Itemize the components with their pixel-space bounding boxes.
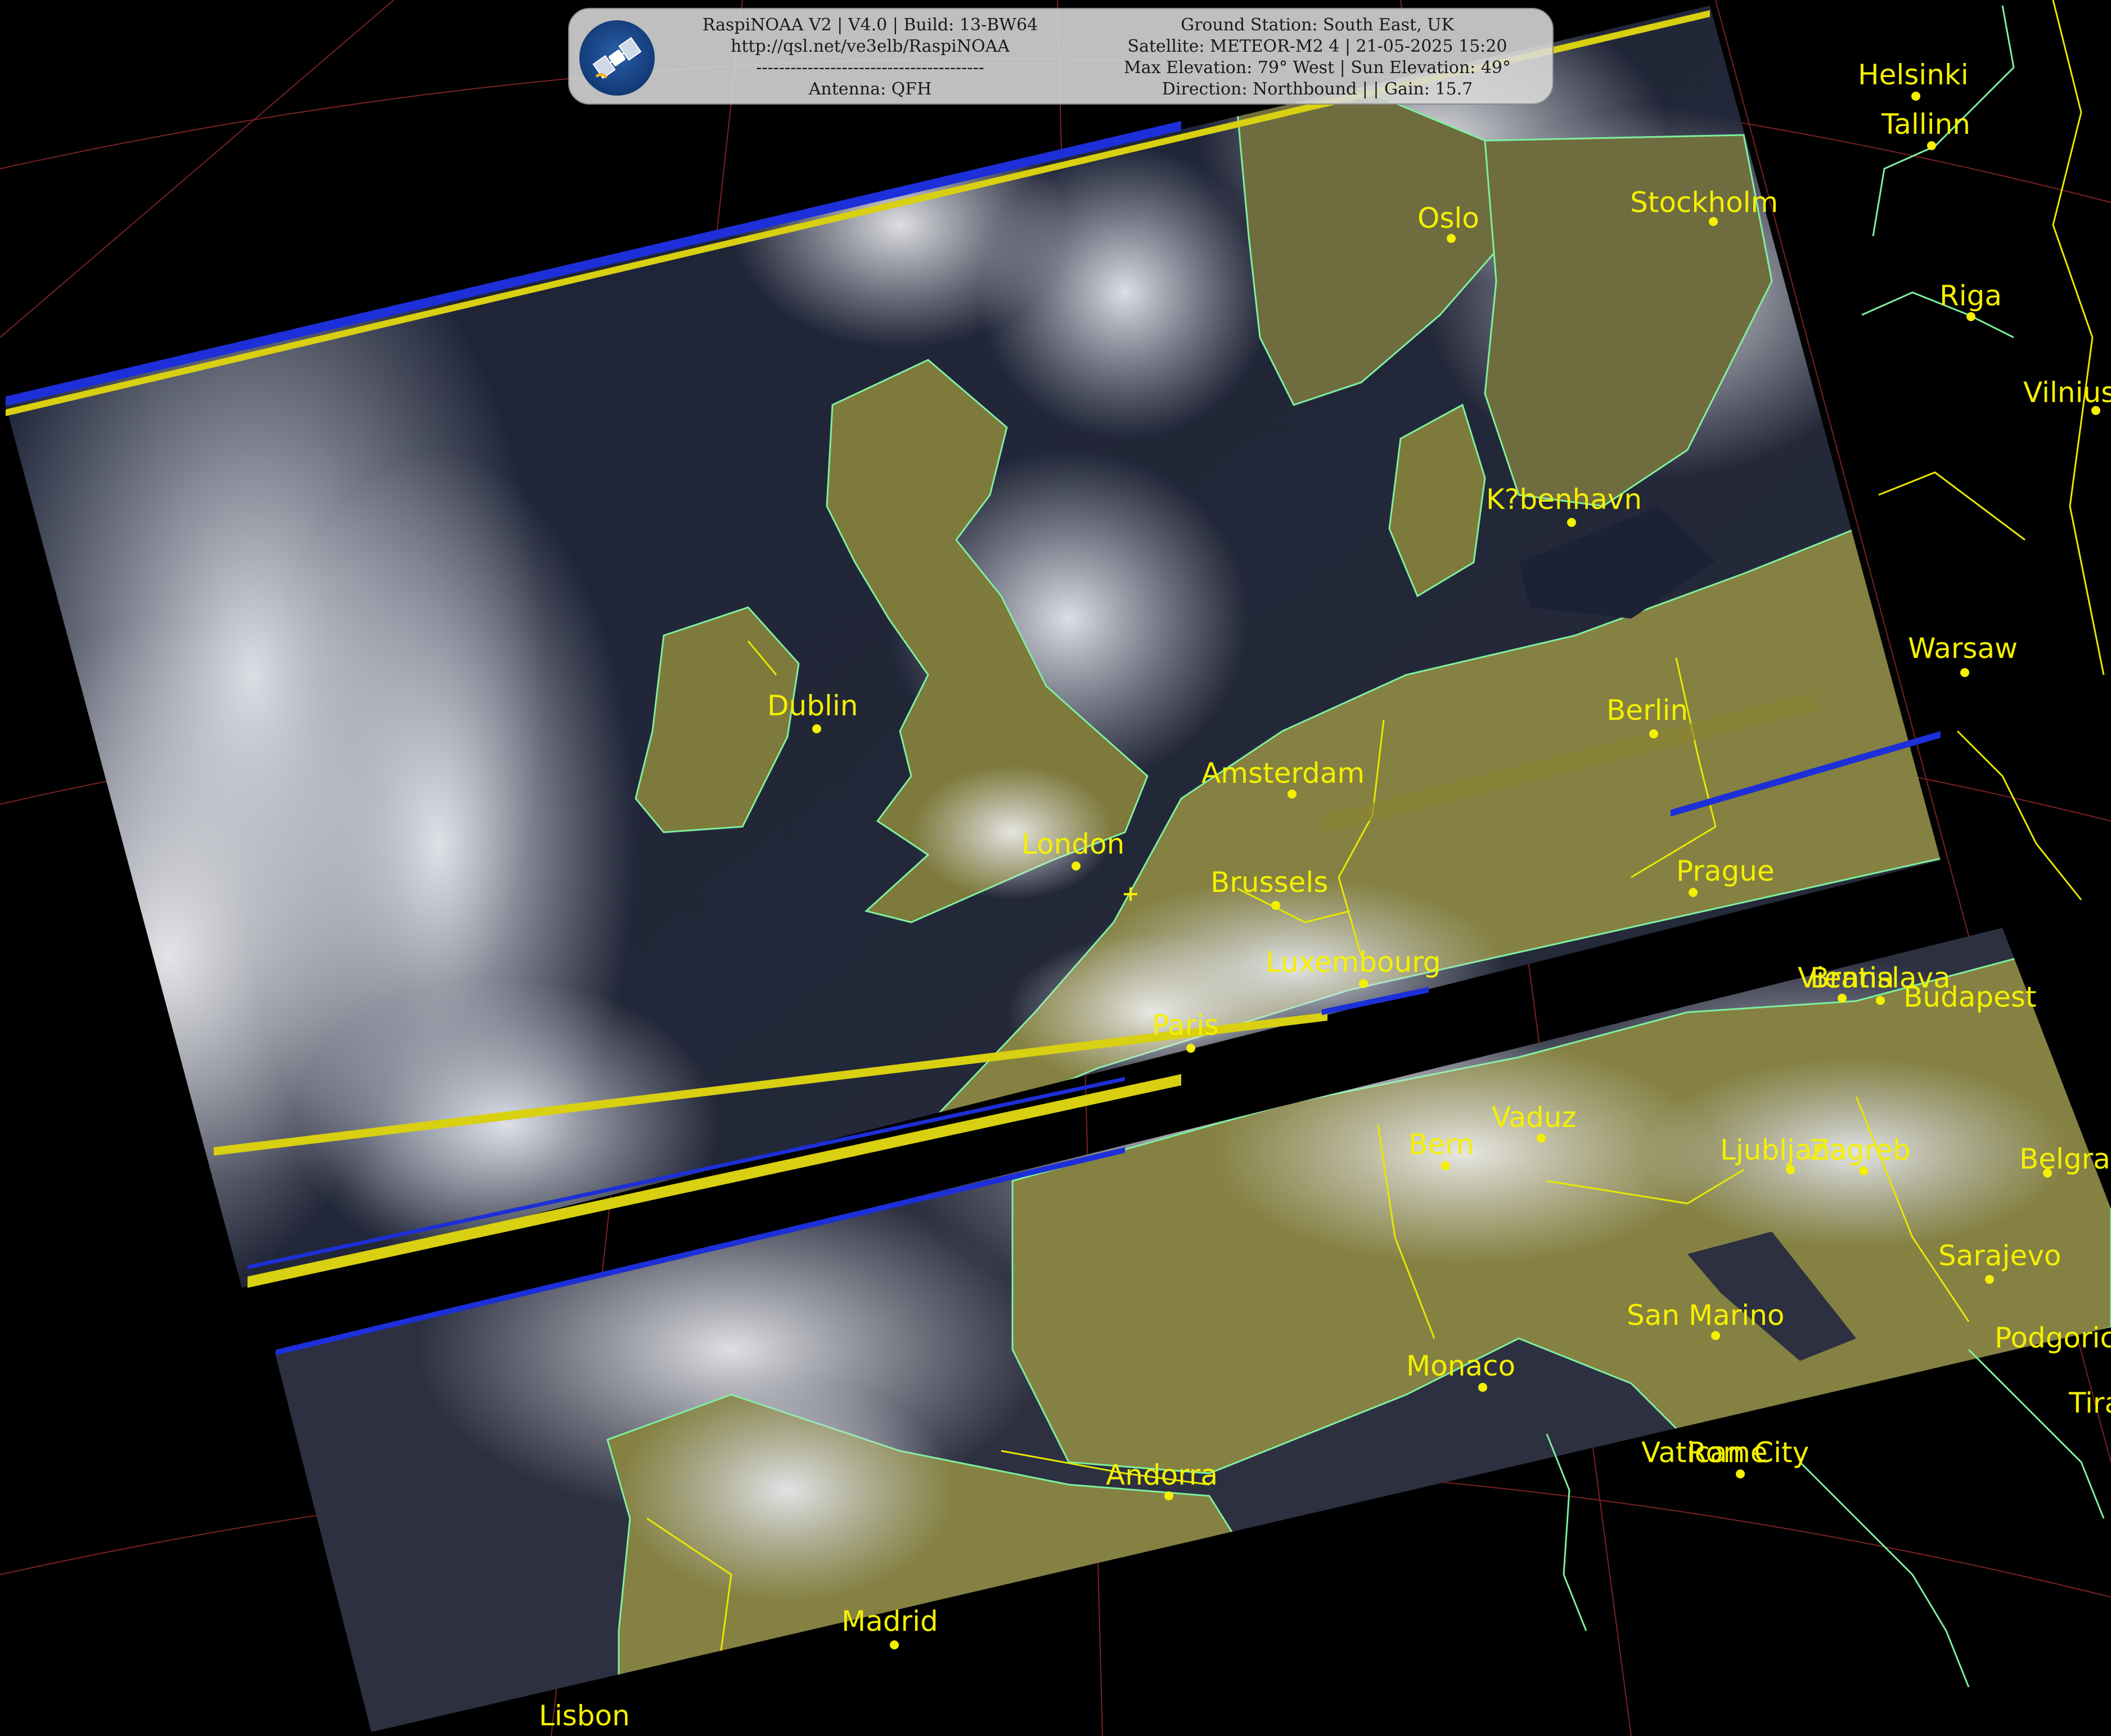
satellite-icon (579, 20, 655, 96)
city-label-zagreb: Zagreb (1810, 1134, 1911, 1166)
city-label-amsterdam: Amsterdam (1201, 757, 1365, 790)
city-label-tallinn: Tallinn (1881, 108, 1970, 141)
city-label-london: London (1021, 828, 1124, 860)
pass-info-right: Ground Station: South East, UK Satellite… (1087, 15, 1548, 100)
city-label-budapest: Budapest (1903, 981, 2037, 1013)
city-label-riga: Riga (1939, 279, 2002, 312)
city-label-san-marino: San Marino (1627, 1299, 1784, 1332)
pass-info-left: RaspiNOAA V2 | V4.0 | Build: 13-BW64 htt… (654, 15, 1087, 100)
ground-station-info: Ground Station: South East, UK (1181, 15, 1454, 35)
city-label-berlin: Berlin (1606, 694, 1688, 727)
city-label-andorra: Andorra (1106, 1459, 1218, 1491)
satellite-map: Helsinki Tallinn Stockholm Oslo Riga Vil… (0, 0, 2111, 1736)
city-label-luxembourg: Luxembourg (1266, 946, 1441, 979)
project-url: http://qsl.net/ve3elb/RaspiNOAA (731, 37, 1010, 56)
city-label-sarajevo: Sarajevo (1938, 1239, 2061, 1272)
city-label-helsinki: Helsinki (1858, 58, 1969, 91)
city-label-stockholm: Stockholm (1630, 186, 1778, 219)
elevation-info: Max Elevation: 79° West | Sun Elevation:… (1124, 58, 1511, 78)
city-label-rome: Rome (1687, 1436, 1768, 1469)
antenna-info: Antenna: QFH (808, 79, 932, 99)
city-label-kobenhavn: K?benhavn (1486, 483, 1642, 516)
city-label-madrid: Madrid (841, 1605, 938, 1638)
software-version: RaspiNOAA V2 | V4.0 | Build: 13-BW64 (702, 15, 1038, 35)
separator-line: ---------------------------------------- (756, 58, 984, 78)
city-label-oslo: Oslo (1417, 202, 1479, 235)
city-label-podgorica: Podgorica (1995, 1322, 2111, 1354)
city-label-paris: Paris (1152, 1009, 1219, 1041)
direction-gain-info: Direction: Northbound | | Gain: 15.7 (1162, 79, 1473, 99)
city-label-dublin: Dublin (767, 689, 858, 722)
city-label-tirana: Tirana (2068, 1387, 2111, 1419)
city-label-bern: Bern (1408, 1128, 1474, 1161)
satellite-info: Satellite: METEOR-M2 4 | 21-05-2025 15:2… (1127, 37, 1507, 56)
pass-info-panel: RaspiNOAA V2 | V4.0 | Build: 13-BW64 htt… (568, 8, 1554, 105)
city-label-warsaw: Warsaw (1908, 632, 2018, 665)
city-label-lisbon: Lisbon (539, 1699, 630, 1732)
city-label-prague: Prague (1676, 855, 1775, 887)
city-label-vaduz: Vaduz (1492, 1101, 1577, 1134)
city-label-belgrade: Belgrade (2019, 1143, 2111, 1175)
city-label-vilnius: Vilnius (2023, 376, 2111, 409)
city-label-brussels: Brussels (1210, 866, 1328, 899)
city-label-monaco: Monaco (1406, 1350, 1515, 1382)
